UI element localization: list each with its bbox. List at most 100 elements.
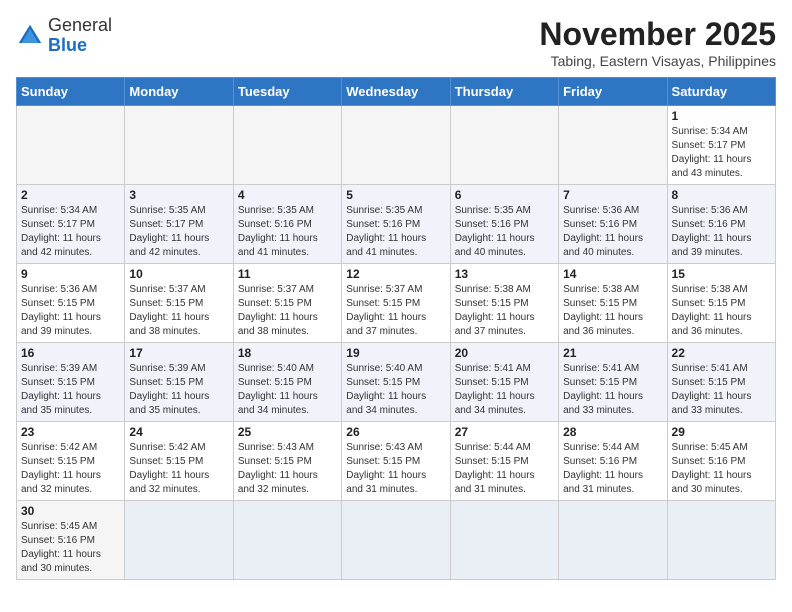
calendar-week-row: 2Sunrise: 5:34 AM Sunset: 5:17 PM Daylig… [17, 185, 776, 264]
day-number: 11 [238, 267, 337, 281]
day-info: Sunrise: 5:40 AM Sunset: 5:15 PM Dayligh… [238, 362, 337, 418]
day-info: Sunrise: 5:44 AM Sunset: 5:15 PM Dayligh… [455, 441, 554, 497]
calendar-day-cell: 7Sunrise: 5:36 AM Sunset: 5:16 PM Daylig… [559, 185, 667, 264]
day-number: 3 [129, 188, 228, 202]
day-info: Sunrise: 5:35 AM Sunset: 5:16 PM Dayligh… [346, 204, 445, 260]
calendar-day-cell: 18 Sunrise: 5:40 AM Sunset: 5:15 PM Dayli… [233, 343, 341, 422]
title-block: November 2025 Tabing, Eastern Visayas, P… [539, 16, 776, 69]
day-info: Sunrise: 5:37 AM Sunset: 5:15 PM Dayligh… [238, 283, 337, 339]
day-number: 14 [563, 267, 662, 281]
location-subtitle: Tabing, Eastern Visayas, Philippines [539, 53, 776, 69]
day-number: 19 [346, 346, 445, 360]
day-number: 7 [563, 188, 662, 202]
day-info: Sunrise: 5:41 AM Sunset: 5:15 PM Dayligh… [672, 362, 771, 418]
day-number: 15 [672, 267, 771, 281]
day-number: 27 [455, 425, 554, 439]
calendar-day-cell [342, 501, 450, 580]
day-info: Sunrise: 5:38 AM Sunset: 5:15 PM Dayligh… [563, 283, 662, 339]
calendar-day-cell: 17Sunrise: 5:39 AM Sunset: 5:15 PM Dayli… [125, 343, 233, 422]
day-number: 12 [346, 267, 445, 281]
calendar-week-row: 30 Sunrise: 5:45 AM Sunset: 5:16 PM Dayli… [17, 501, 776, 580]
day-number: 21 [563, 346, 662, 360]
calendar-day-cell: 22 Sunrise: 5:41 AM Sunset: 5:15 PM Dayli… [667, 343, 775, 422]
day-info: Sunrise: 5:41 AM Sunset: 5:15 PM Dayligh… [563, 362, 662, 418]
calendar-day-cell: 19 Sunrise: 5:40 AM Sunset: 5:15 PM Dayli… [342, 343, 450, 422]
calendar-day-cell: 24Sunrise: 5:42 AM Sunset: 5:15 PM Dayli… [125, 422, 233, 501]
day-number: 29 [672, 425, 771, 439]
calendar-day-cell: 2Sunrise: 5:34 AM Sunset: 5:17 PM Daylig… [17, 185, 125, 264]
day-info: Sunrise: 5:37 AM Sunset: 5:15 PM Dayligh… [346, 283, 445, 339]
logo-text: General Blue [48, 16, 112, 56]
calendar-week-row: 16 Sunrise: 5:39 AM Sunset: 5:15 PM Dayli… [17, 343, 776, 422]
day-info: Sunrise: 5:42 AM Sunset: 5:15 PM Dayligh… [21, 441, 120, 497]
day-info: Sunrise: 5:34 AM Sunset: 5:17 PM Dayligh… [672, 125, 771, 181]
calendar-day-cell: 20 Sunrise: 5:41 AM Sunset: 5:15 PM Dayli… [450, 343, 558, 422]
day-number: 18 [238, 346, 337, 360]
calendar-day-cell: 14 Sunrise: 5:38 AM Sunset: 5:15 PM Dayli… [559, 264, 667, 343]
calendar-day-cell [125, 501, 233, 580]
day-number: 16 [21, 346, 120, 360]
calendar-day-cell: 8Sunrise: 5:36 AM Sunset: 5:16 PM Daylig… [667, 185, 775, 264]
day-number: 20 [455, 346, 554, 360]
day-number: 5 [346, 188, 445, 202]
month-title: November 2025 [539, 16, 776, 53]
day-info: Sunrise: 5:35 AM Sunset: 5:17 PM Dayligh… [129, 204, 228, 260]
day-info: Sunrise: 5:41 AM Sunset: 5:15 PM Dayligh… [455, 362, 554, 418]
weekday-header-monday: Monday [125, 78, 233, 106]
calendar-day-cell [125, 106, 233, 185]
day-number: 9 [21, 267, 120, 281]
calendar-day-cell: 25Sunrise: 5:43 AM Sunset: 5:15 PM Dayli… [233, 422, 341, 501]
weekday-header-wednesday: Wednesday [342, 78, 450, 106]
calendar-day-cell: 29 Sunrise: 5:45 AM Sunset: 5:16 PM Dayli… [667, 422, 775, 501]
day-info: Sunrise: 5:44 AM Sunset: 5:16 PM Dayligh… [563, 441, 662, 497]
day-number: 13 [455, 267, 554, 281]
calendar-day-cell: 4Sunrise: 5:35 AM Sunset: 5:16 PM Daylig… [233, 185, 341, 264]
day-info: Sunrise: 5:35 AM Sunset: 5:16 PM Dayligh… [238, 204, 337, 260]
day-number: 22 [672, 346, 771, 360]
calendar-day-cell: 27 Sunrise: 5:44 AM Sunset: 5:15 PM Dayli… [450, 422, 558, 501]
calendar-day-cell: 11 Sunrise: 5:37 AM Sunset: 5:15 PM Dayli… [233, 264, 341, 343]
weekday-header-tuesday: Tuesday [233, 78, 341, 106]
day-info: Sunrise: 5:39 AM Sunset: 5:15 PM Dayligh… [21, 362, 120, 418]
weekday-header-thursday: Thursday [450, 78, 558, 106]
day-info: Sunrise: 5:43 AM Sunset: 5:15 PM Dayligh… [346, 441, 445, 497]
day-info: Sunrise: 5:38 AM Sunset: 5:15 PM Dayligh… [672, 283, 771, 339]
calendar-day-cell [559, 501, 667, 580]
logo: General Blue [16, 16, 112, 56]
calendar-day-cell [233, 106, 341, 185]
calendar-day-cell: 10Sunrise: 5:37 AM Sunset: 5:15 PM Dayli… [125, 264, 233, 343]
calendar-table: SundayMondayTuesdayWednesdayThursdayFrid… [16, 77, 776, 580]
calendar-day-cell: 12 Sunrise: 5:37 AM Sunset: 5:15 PM Dayli… [342, 264, 450, 343]
day-number: 1 [672, 109, 771, 123]
calendar-week-row: 9Sunrise: 5:36 AM Sunset: 5:15 PM Daylig… [17, 264, 776, 343]
calendar-day-cell: 30 Sunrise: 5:45 AM Sunset: 5:16 PM Dayli… [17, 501, 125, 580]
day-info: Sunrise: 5:40 AM Sunset: 5:15 PM Dayligh… [346, 362, 445, 418]
calendar-day-cell: 16 Sunrise: 5:39 AM Sunset: 5:15 PM Dayli… [17, 343, 125, 422]
day-number: 23 [21, 425, 120, 439]
calendar-day-cell: 9Sunrise: 5:36 AM Sunset: 5:15 PM Daylig… [17, 264, 125, 343]
calendar-day-cell: 1 Sunrise: 5:34 AM Sunset: 5:17 PM Daylig… [667, 106, 775, 185]
day-number: 8 [672, 188, 771, 202]
day-info: Sunrise: 5:45 AM Sunset: 5:16 PM Dayligh… [21, 520, 120, 576]
day-info: Sunrise: 5:45 AM Sunset: 5:16 PM Dayligh… [672, 441, 771, 497]
calendar-day-cell: 15 Sunrise: 5:38 AM Sunset: 5:15 PM Dayli… [667, 264, 775, 343]
weekday-header-row: SundayMondayTuesdayWednesdayThursdayFrid… [17, 78, 776, 106]
calendar-day-cell [559, 106, 667, 185]
day-number: 2 [21, 188, 120, 202]
day-number: 24 [129, 425, 228, 439]
calendar-day-cell: 6Sunrise: 5:35 AM Sunset: 5:16 PM Daylig… [450, 185, 558, 264]
weekday-header-saturday: Saturday [667, 78, 775, 106]
calendar-day-cell [233, 501, 341, 580]
calendar-day-cell: 5 Sunrise: 5:35 AM Sunset: 5:16 PM Daylig… [342, 185, 450, 264]
day-number: 30 [21, 504, 120, 518]
page-header: General Blue November 2025 Tabing, Easte… [16, 16, 776, 69]
calendar-day-cell [342, 106, 450, 185]
day-number: 26 [346, 425, 445, 439]
calendar-week-row: 23 Sunrise: 5:42 AM Sunset: 5:15 PM Dayli… [17, 422, 776, 501]
calendar-week-row: 1 Sunrise: 5:34 AM Sunset: 5:17 PM Daylig… [17, 106, 776, 185]
day-number: 6 [455, 188, 554, 202]
day-info: Sunrise: 5:39 AM Sunset: 5:15 PM Dayligh… [129, 362, 228, 418]
weekday-header-friday: Friday [559, 78, 667, 106]
calendar-day-cell: 26 Sunrise: 5:43 AM Sunset: 5:15 PM Dayli… [342, 422, 450, 501]
day-number: 25 [238, 425, 337, 439]
